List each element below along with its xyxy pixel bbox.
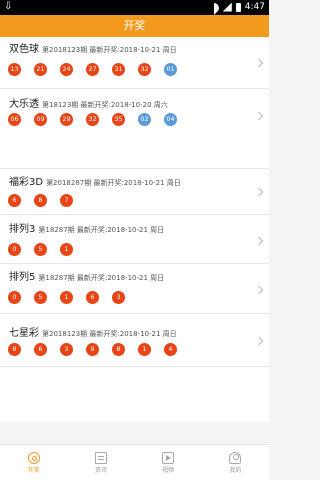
red-ball: 7: [60, 194, 73, 207]
tab-label: 资讯: [94, 467, 107, 474]
red-ball: 0: [8, 291, 21, 304]
lottery-name: 排列5: [9, 272, 36, 283]
lottery-issue: 第2018287期 最新开奖:2018-10-21 周日: [46, 179, 181, 187]
red-ball: 8: [8, 343, 21, 356]
page-title: 开奖: [0, 15, 269, 37]
lottery-row-ssq[interactable]: 双色球 第2018123期 最新开奖:2018-10-21 周日 13 21 24…: [0, 37, 269, 89]
lottery-row-pl5[interactable]: 排列5 第18287期 最新开奖:2018-10-21 周日 0 5 1 6 3: [0, 264, 269, 314]
red-ball: 1: [138, 343, 151, 356]
red-ball: 13: [8, 63, 21, 76]
chevron-right-icon: [254, 236, 264, 246]
tab-video[interactable]: 视频: [135, 445, 202, 480]
download-icon: ⇩: [4, 1, 13, 12]
lottery-title: 排列5 第18287期 最新开奖:2018-10-21 周日: [9, 272, 164, 284]
battery-icon: [235, 2, 241, 12]
tab-lottery[interactable]: 开奖: [0, 445, 67, 480]
lottery-row-qxc[interactable]: 七星彩 第2018123期 最新开奖:2018-10-21 周日 8 6 3 9 …: [0, 314, 269, 367]
red-ball: 5: [34, 291, 47, 304]
bottom-tab-bar: 开奖 资讯 视频 我的: [0, 444, 269, 480]
red-ball: 32: [86, 113, 99, 126]
chevron-right-icon: [254, 187, 264, 197]
tab-label: 视频: [162, 467, 175, 474]
lottery-title: 大乐透 第18123期 最新开奖:2018-10-20 周六: [9, 99, 168, 111]
red-ball: 6: [8, 194, 21, 207]
lottery-icon: [27, 452, 40, 464]
lottery-title: 双色球 第2018123期 最新开奖:2018-10-21 周日: [9, 44, 177, 56]
lottery-title: 福彩3D 第2018287期 最新开奖:2018-10-21 周日: [9, 177, 181, 189]
red-ball: 31: [112, 63, 125, 76]
chevron-right-icon: [254, 58, 264, 68]
red-ball: 09: [34, 113, 47, 126]
red-ball: 3: [60, 343, 73, 356]
red-ball: 0: [8, 243, 21, 256]
red-ball: 8: [34, 194, 47, 207]
red-ball: 32: [138, 63, 151, 76]
red-ball: 9: [86, 343, 99, 356]
lottery-row-pl3[interactable]: 排列3 第18287期 最新开奖:2018-10-21 周日 0 5 1: [0, 215, 269, 264]
tab-profile[interactable]: 我的: [202, 445, 269, 480]
lottery-issue: 第2018123期 最新开奖:2018-10-21 周日: [42, 330, 177, 338]
blue-ball: 02: [138, 113, 151, 126]
lottery-issue: 第18123期 最新开奖:2018-10-20 周六: [42, 101, 168, 109]
lottery-title: 七星彩 第2018123期 最新开奖:2018-10-21 周日: [9, 328, 177, 340]
blue-ball: 04: [164, 113, 177, 126]
red-ball: 06: [8, 113, 21, 126]
chevron-right-icon: [254, 285, 264, 295]
red-ball: 27: [86, 63, 99, 76]
lottery-row-dlt[interactable]: 大乐透 第18123期 最新开奖:2018-10-20 周六 06 09 29 3…: [0, 89, 269, 169]
red-ball: 1: [60, 291, 73, 304]
lottery-issue: 第18287期 最新开奖:2018-10-21 周日: [38, 274, 165, 282]
profile-icon: [229, 452, 242, 464]
news-icon: [94, 452, 107, 464]
tab-label: 开奖: [27, 467, 40, 474]
wifi-icon: [209, 3, 219, 12]
lottery-name: 福彩3D: [9, 177, 44, 188]
tab-news[interactable]: 资讯: [67, 445, 134, 480]
lottery-title: 排列3 第18287期 最新开奖:2018-10-21 周日: [9, 224, 164, 236]
red-ball: 1: [60, 243, 73, 256]
lottery-name: 大乐透: [9, 99, 39, 110]
blue-ball: 01: [164, 63, 177, 76]
red-ball: 3: [112, 291, 125, 304]
status-bar: ⇩ 4:47: [0, 0, 269, 15]
lottery-list: 双色球 第2018123期 最新开奖:2018-10-21 周日 13 21 24…: [0, 37, 269, 422]
lottery-row-fc3d[interactable]: 福彩3D 第2018287期 最新开奖:2018-10-21 周日 6 8 7: [0, 169, 269, 215]
red-ball: 6: [86, 291, 99, 304]
red-ball: 35: [112, 113, 125, 126]
status-time: 4:47: [244, 2, 265, 12]
red-ball: 29: [60, 113, 73, 126]
red-ball: 24: [60, 63, 73, 76]
lottery-issue: 第2018123期 最新开奖:2018-10-21 周日: [42, 46, 177, 54]
lottery-name: 排列3: [9, 224, 36, 235]
lottery-name: 双色球: [9, 44, 39, 55]
tab-label: 我的: [229, 467, 242, 474]
lottery-issue: 第18287期 最新开奖:2018-10-21 周日: [38, 226, 165, 234]
signal-icon: [222, 2, 232, 12]
chevron-right-icon: [254, 111, 264, 121]
red-ball: 8: [112, 343, 125, 356]
video-icon: [162, 452, 175, 464]
chevron-right-icon: [254, 336, 264, 346]
lottery-name: 七星彩: [9, 328, 39, 339]
red-ball: 21: [34, 63, 47, 76]
red-ball: 4: [164, 343, 177, 356]
red-ball: 5: [34, 243, 47, 256]
red-ball: 6: [34, 343, 47, 356]
